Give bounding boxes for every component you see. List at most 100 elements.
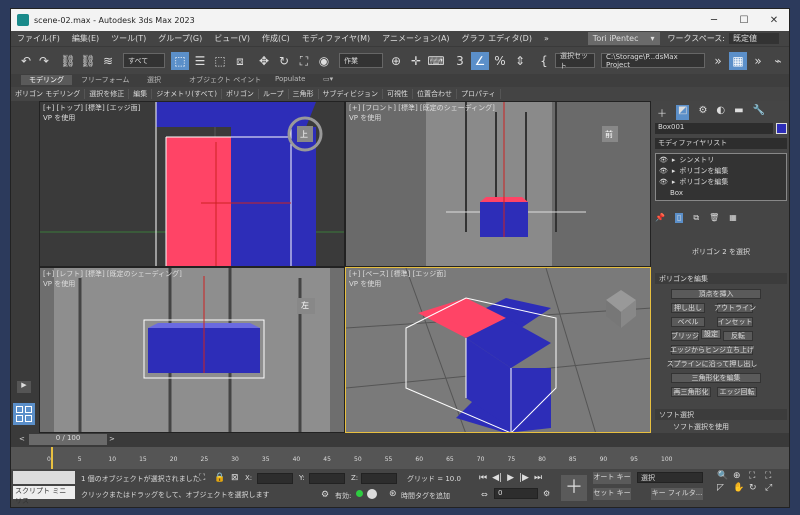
bridge-button[interactable]: ブリッジ	[671, 331, 699, 341]
insert-vertex-button[interactable]: 頂点を挿入	[671, 289, 761, 299]
close-button[interactable]: ✕	[759, 9, 789, 31]
zoom-all-icon[interactable]: ⊕	[733, 471, 747, 481]
edit-triangulation-button[interactable]: 三角形化を編集	[671, 373, 761, 383]
menu-file[interactable]: ファイル(F)	[11, 33, 66, 44]
play-icon[interactable]: ▶	[507, 473, 514, 483]
go-to-start-icon[interactable]: ⏮	[479, 473, 487, 483]
outline-button[interactable]: アウトライン	[714, 303, 756, 313]
remove-modifier-icon[interactable]: 🗑	[709, 213, 719, 223]
time-slider[interactable]: < 0 / 100 >	[11, 433, 789, 447]
reference-coord-select[interactable]: 作業	[339, 53, 383, 68]
undo-icon[interactable]: ↶	[17, 52, 35, 70]
zoom-extents-icon[interactable]: ⛶	[749, 471, 763, 481]
pan-icon[interactable]: ✋	[733, 483, 747, 493]
current-frame-field[interactable]: 0	[494, 488, 538, 499]
rect-selection-icon[interactable]: ⬚	[211, 52, 229, 70]
orbit-icon[interactable]: ↻	[749, 483, 763, 493]
soft-selection-rollout[interactable]: ソフト選択	[655, 409, 787, 420]
bind-spacewarp-icon[interactable]: ≋	[99, 52, 117, 70]
ribbon-item-polygon-modeling[interactable]: ポリゴン モデリング	[11, 88, 86, 99]
settings-button[interactable]: 設定	[701, 329, 721, 339]
toolbar-expand-icon[interactable]: »	[749, 52, 767, 70]
more-tools-icon[interactable]: »	[709, 52, 727, 70]
viewport-front[interactable]: [+] [フロント] [標準] [既定のシェーディング] VP を使用 前	[345, 101, 651, 267]
menu-modifiers[interactable]: モディファイヤ(M)	[296, 33, 376, 44]
viewport-persp-label[interactable]: [+] [ペース] [標準] [エッジ面]	[349, 269, 446, 279]
unlink-icon[interactable]: ⛓	[79, 52, 97, 70]
modify-tab-icon[interactable]: ◩	[676, 105, 690, 120]
ribbon-item-properties[interactable]: プロパティ	[457, 88, 501, 99]
hinge-from-edge-button[interactable]: エッジからヒンジ立ち上げ	[670, 345, 754, 355]
x-coord-field[interactable]	[257, 473, 293, 484]
ribbon-options-icon[interactable]: ▭▾	[323, 75, 333, 83]
zoom-extents-all-icon[interactable]: ⛶	[765, 471, 779, 481]
redo-icon[interactable]: ↷	[35, 52, 53, 70]
rotate-icon[interactable]: ↻	[275, 52, 293, 70]
modifier-list-select[interactable]: モディファイヤリスト	[655, 138, 787, 149]
eye-icon[interactable]: 👁	[659, 178, 668, 186]
menu-tools[interactable]: ツール(T)	[105, 33, 152, 44]
named-selection-sets-select[interactable]: 選択セット	[555, 52, 595, 70]
extrude-button[interactable]: 押し出し	[671, 303, 705, 313]
z-coord-field[interactable]	[361, 473, 397, 484]
ribbon-item-tris[interactable]: 三角形	[289, 88, 319, 99]
configure-sets-icon[interactable]: ▦	[729, 213, 737, 223]
field-of-view-icon[interactable]: ◸	[717, 483, 731, 493]
workspace-select[interactable]: 既定値	[729, 33, 779, 44]
time-tag-icon[interactable]	[367, 489, 377, 499]
menu-more[interactable]: »	[538, 34, 555, 43]
menu-edit[interactable]: 編集(E)	[66, 33, 105, 44]
absolute-mode-icon[interactable]: ⊠	[231, 473, 239, 483]
key-mode-icon[interactable]: ⇔	[481, 490, 488, 499]
pin-stack-icon[interactable]: 📌	[655, 213, 665, 223]
y-coord-field[interactable]	[309, 473, 345, 484]
tab-modeling[interactable]: モデリング	[21, 75, 72, 85]
auto-key-button[interactable]: オート キー	[593, 472, 631, 484]
adaptive-degradation-icon[interactable]: ⚙	[321, 490, 329, 500]
stack-item-symmetry[interactable]: 👁 ▸ シンメトリ	[656, 154, 786, 165]
object-color-swatch[interactable]	[776, 123, 787, 134]
flip-button[interactable]: 反転	[723, 331, 753, 341]
extrude-along-spline-button[interactable]: スプラインに沿って押し出し	[667, 359, 757, 369]
move-icon[interactable]: ✥	[255, 52, 273, 70]
viewport-front-label[interactable]: [+] [フロント] [標準] [既定のシェーディング]	[349, 103, 495, 113]
time-slider-thumb[interactable]: 0 / 100	[29, 434, 107, 445]
utilities-tab-icon[interactable]: 🔧	[753, 105, 765, 120]
maxscript-listener[interactable]	[13, 471, 75, 484]
viewport-left[interactable]: [+] [レフト] [標準] [既定のシェーディング] VP を使用 左	[39, 267, 345, 433]
maximize-viewport-icon[interactable]: ⤢	[765, 483, 779, 493]
previous-frame-icon[interactable]: ◀|	[492, 473, 502, 483]
object-name-field[interactable]: Box001	[655, 123, 773, 134]
viewport-left-label[interactable]: [+] [レフト] [標準] [既定のシェーディング]	[43, 269, 182, 279]
pin-icon[interactable]: ⌁	[769, 52, 787, 70]
motion-tab-icon[interactable]: ◐	[716, 105, 725, 120]
viewcube-top-icon[interactable]: 上	[300, 129, 308, 140]
set-key-button[interactable]: セット キー	[593, 488, 631, 500]
stack-item-box[interactable]: Box	[656, 187, 786, 198]
tab-populate[interactable]: Populate	[275, 75, 305, 83]
ribbon-item-polygons[interactable]: ポリゴン	[222, 88, 259, 99]
isolate-icon[interactable]: ⛶	[199, 473, 205, 483]
lock-icon[interactable]: 🔒	[214, 473, 225, 483]
time-prev-button[interactable]: <	[19, 435, 25, 443]
minimize-button[interactable]: ─	[699, 9, 729, 31]
key-filters-button[interactable]: キー フィルタ...	[651, 488, 703, 500]
script-mini-listener[interactable]: スクリプト ミニ リス	[13, 486, 75, 505]
edit-polygons-rollout[interactable]: ポリゴンを編集	[655, 273, 787, 284]
select-object-icon[interactable]: ⬚	[171, 52, 189, 70]
select-manipulate-icon[interactable]: ✛	[407, 52, 425, 70]
edit-named-sets-icon[interactable]: {	[535, 52, 553, 70]
stack-item-edit-poly-1[interactable]: 👁 ▸ ポリゴンを編集	[656, 165, 786, 176]
viewcube-front-icon[interactable]: 前	[605, 129, 613, 140]
make-unique-icon[interactable]: ⧉	[693, 213, 699, 223]
ribbon-item-loops[interactable]: ループ	[259, 88, 289, 99]
keyboard-shortcut-icon[interactable]: ⌨	[427, 52, 445, 70]
zoom-icon[interactable]: 🔍	[717, 471, 731, 481]
window-crossing-icon[interactable]: ⧈	[231, 52, 249, 70]
project-path-select[interactable]: C:\Storage\P...dsMax Project	[601, 53, 705, 69]
hierarchy-tab-icon[interactable]: ⚙	[698, 105, 707, 120]
ribbon-item-align[interactable]: 位置合わせ	[413, 88, 458, 99]
time-config-icon[interactable]: ⚙	[543, 489, 550, 498]
eye-icon[interactable]: 👁	[659, 156, 668, 164]
pivot-center-icon[interactable]: ⊕	[387, 52, 405, 70]
